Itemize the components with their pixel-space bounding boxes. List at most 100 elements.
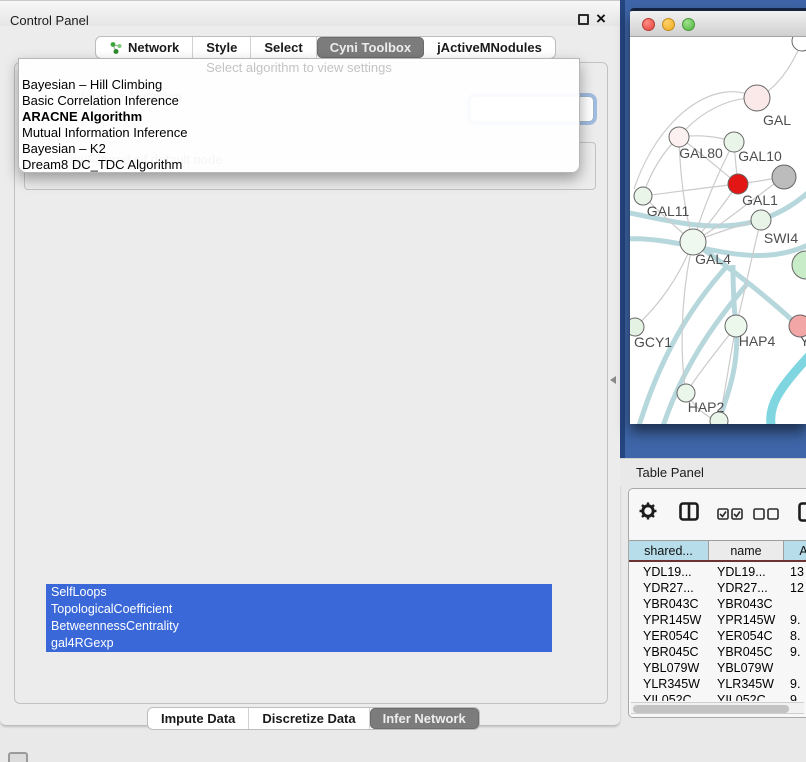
node-label: GAL80: [679, 145, 723, 161]
table-row[interactable]: YDL19...YDL19...13: [629, 564, 806, 580]
table-cell: YBR045C: [708, 644, 783, 660]
table-cell: YER054C: [708, 628, 783, 644]
node-label: SWI4: [764, 230, 798, 246]
table-cell: YIL052C: [629, 692, 708, 701]
table-row[interactable]: YDR27...YDR27...12: [629, 580, 806, 596]
algorithm-dropdown-popup: Select algorithm to view settings Bayesi…: [18, 58, 580, 173]
table-cell: YDL19...: [629, 564, 708, 580]
panel-title: Control Panel: [10, 13, 89, 28]
panel-collapse-handle[interactable]: [608, 374, 618, 386]
tab-style[interactable]: Style: [193, 37, 251, 58]
attribute-list-item[interactable]: TopologicalCoefficient: [46, 601, 552, 618]
table-cell: 9.: [783, 612, 806, 628]
file-icon[interactable]: [798, 502, 806, 522]
tab-impute-data[interactable]: Impute Data: [148, 708, 249, 729]
algorithm-option[interactable]: Bayesian – K2: [19, 141, 579, 157]
checked-columns-icon[interactable]: [717, 508, 743, 520]
float-window-icon[interactable]: [578, 14, 589, 25]
tab-label: Network: [128, 40, 179, 55]
network-tab-icon: [109, 41, 123, 55]
control-panel-tabs: Network Style Select Cyni Toolbox jActiv…: [95, 36, 556, 59]
node-label: GAL11: [647, 203, 690, 219]
algorithm-option[interactable]: Mutual Information Inference: [19, 125, 579, 141]
node-label: GAL1: [742, 192, 778, 208]
tab-discretize-data[interactable]: Discretize Data: [249, 708, 369, 729]
network-node-gal1[interactable]: [728, 174, 748, 194]
table-cell: 9.: [783, 644, 806, 660]
node-label: Y: [800, 333, 806, 349]
algorithm-option[interactable]: Dream8 DC_TDC Algorithm: [19, 157, 579, 173]
attribute-list-item[interactable]: gal4RGexp: [46, 635, 552, 652]
table-row[interactable]: YPR145WYPR145W9.: [629, 612, 806, 628]
algorithm-option[interactable]: Basic Correlation Inference: [19, 93, 579, 109]
table-cell: 9: [783, 692, 806, 701]
table-cell: 13: [783, 564, 806, 580]
table-cell: YPR145W: [708, 612, 783, 628]
tab-label: Impute Data: [161, 711, 235, 726]
table-cell: YIL052C: [708, 692, 783, 701]
network-canvas[interactable]: GALGAL80GAL10GAL1GAL11SWI4GAL4GCY1HAP4YH…: [630, 37, 806, 424]
tab-infer-network[interactable]: Infer Network: [370, 708, 479, 729]
split-columns-icon[interactable]: [679, 502, 699, 521]
table-cell: [783, 596, 806, 612]
table-header-row: shared... name A: [629, 540, 806, 562]
table-horizontal-scrollbar[interactable]: [631, 702, 804, 714]
table-row[interactable]: YBL079WYBL079W: [629, 660, 806, 676]
network-node[interactable]: [772, 165, 796, 189]
control-panel-titlebar: [0, 0, 620, 26]
table-row[interactable]: YER054CYER054C8.: [629, 628, 806, 644]
table-cell: 8.: [783, 628, 806, 644]
attribute-list-item[interactable]: SelfLoops: [46, 584, 552, 601]
column-header-shared-name[interactable]: shared...: [629, 540, 709, 560]
scrollbar-thumb[interactable]: [633, 705, 789, 713]
algorithm-option[interactable]: Bayesian – Hill Climbing: [19, 77, 579, 93]
table-cell: YER054C: [629, 628, 708, 644]
network-node-gal80[interactable]: [669, 127, 689, 147]
tab-network[interactable]: Network: [96, 37, 193, 58]
tab-label: Infer Network: [383, 711, 466, 726]
network-node-swi4[interactable]: [751, 210, 771, 230]
tab-cyni-toolbox[interactable]: Cyni Toolbox: [317, 37, 424, 58]
tab-label: jActiveMNodules: [437, 40, 542, 55]
table-row[interactable]: YLR345WYLR345W9.: [629, 676, 806, 692]
mac-zoom-button[interactable]: [682, 18, 695, 31]
network-node-gal[interactable]: [744, 85, 770, 111]
table-cell: YBR045C: [629, 644, 708, 660]
table-cell: YBR043C: [708, 596, 783, 612]
tab-label: Select: [264, 40, 302, 55]
close-icon[interactable]: ×: [596, 9, 606, 29]
algorithm-placeholder: Select algorithm to view settings: [19, 59, 579, 77]
mac-minimize-button[interactable]: [662, 18, 675, 31]
table-cell: [783, 660, 806, 676]
column-header-partial[interactable]: A: [784, 540, 806, 560]
network-graph: GALGAL80GAL10GAL1GAL11SWI4GAL4GCY1HAP4YH…: [630, 37, 806, 424]
tab-label: Discretize Data: [262, 711, 355, 726]
table-cell: YBR043C: [629, 596, 708, 612]
table-row[interactable]: YBR043CYBR043C: [629, 596, 806, 612]
algorithm-option-selected[interactable]: ARACNE Algorithm: [19, 109, 579, 125]
node-label: GCY1: [634, 334, 672, 350]
tab-jactivemnodules[interactable]: jActiveMNodules: [424, 37, 555, 58]
tab-select[interactable]: Select: [251, 37, 316, 58]
data-attributes-list: SelfLoopsTopologicalCoefficientBetweenne…: [46, 584, 552, 653]
column-header-name[interactable]: name: [709, 540, 784, 560]
unchecked-columns-icon[interactable]: [753, 508, 779, 520]
table-row[interactable]: YBR045CYBR045C9.: [629, 644, 806, 660]
table-body: YDL19...YDL19...13YDR27...YDR27...12YBR0…: [629, 564, 806, 701]
table-cell: YPR145W: [629, 612, 708, 628]
node-label: HAP4: [739, 333, 776, 349]
tab-label: Cyni Toolbox: [330, 40, 411, 55]
restore-panel-button[interactable]: [8, 752, 28, 762]
table-cell: YBL079W: [708, 660, 783, 676]
gear-icon[interactable]: [639, 502, 657, 520]
table-panel-title: Table Panel: [636, 465, 704, 480]
attribute-list-item[interactable]: BetweennessCentrality: [46, 618, 552, 635]
table-cell: YDL19...: [708, 564, 783, 580]
network-node[interactable]: [792, 37, 806, 51]
network-window-titlebar[interactable]: [630, 11, 806, 37]
network-view-window: GALGAL80GAL10GAL1GAL11SWI4GAL4GCY1HAP4YH…: [630, 8, 806, 424]
table-row[interactable]: YIL052CYIL052C9: [629, 692, 806, 701]
network-node[interactable]: [792, 251, 806, 279]
table-cell: 12: [783, 580, 806, 596]
mac-close-button[interactable]: [642, 18, 655, 31]
